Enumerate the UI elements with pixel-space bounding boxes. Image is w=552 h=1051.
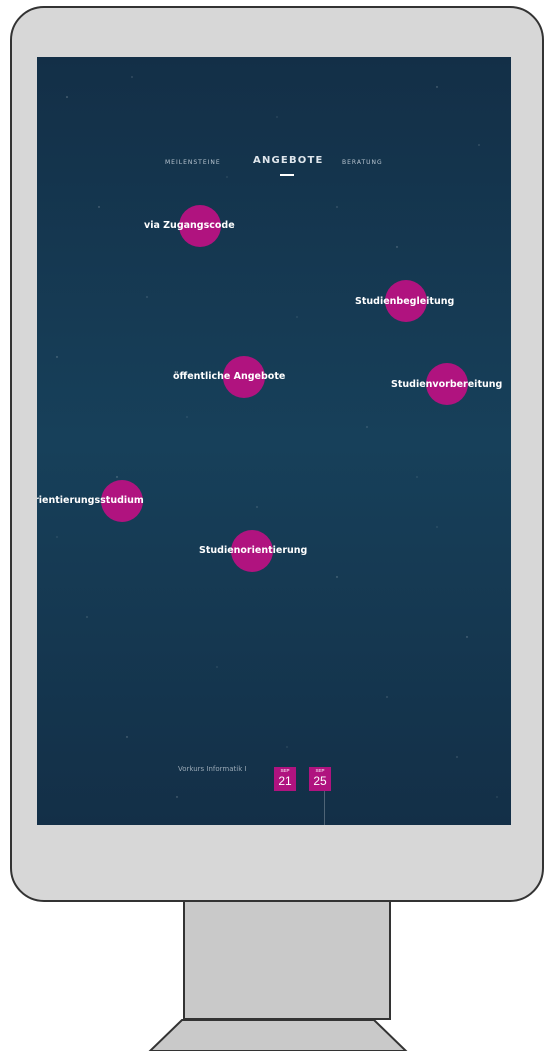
bubble-label: Studienvorbereitung (391, 379, 503, 390)
app-screen: Meilensteine Angebote Beratung via Zugan… (37, 57, 511, 825)
tab-beratung[interactable]: Beratung (342, 159, 383, 166)
date-day: 21 (278, 774, 292, 788)
bubble-label: öffentliche Angebote (173, 371, 286, 382)
tab-meilensteine[interactable]: Meilensteine (165, 159, 221, 166)
course-title[interactable]: Vorkurs Informatik I (178, 765, 247, 773)
tab-angebote[interactable]: Angebote (253, 155, 324, 166)
kiosk-stand-neck (183, 898, 391, 1020)
date-badge-end[interactable]: SEP 25 (309, 767, 331, 791)
top-navigation: Meilensteine Angebote Beratung (37, 155, 511, 185)
bubble-label: Studienbegleitung (355, 296, 455, 307)
date-badge-start[interactable]: SEP 21 (274, 767, 296, 791)
bubble-label: via Zugangscode (144, 220, 235, 231)
active-tab-indicator (280, 174, 294, 176)
date-day: 25 (313, 774, 327, 788)
timeline-line (324, 791, 325, 825)
bubble-label: Orientierungsstudium (37, 495, 144, 506)
bubble-label: Studienorientierung (199, 545, 308, 556)
kiosk-stand-base (148, 1019, 408, 1051)
